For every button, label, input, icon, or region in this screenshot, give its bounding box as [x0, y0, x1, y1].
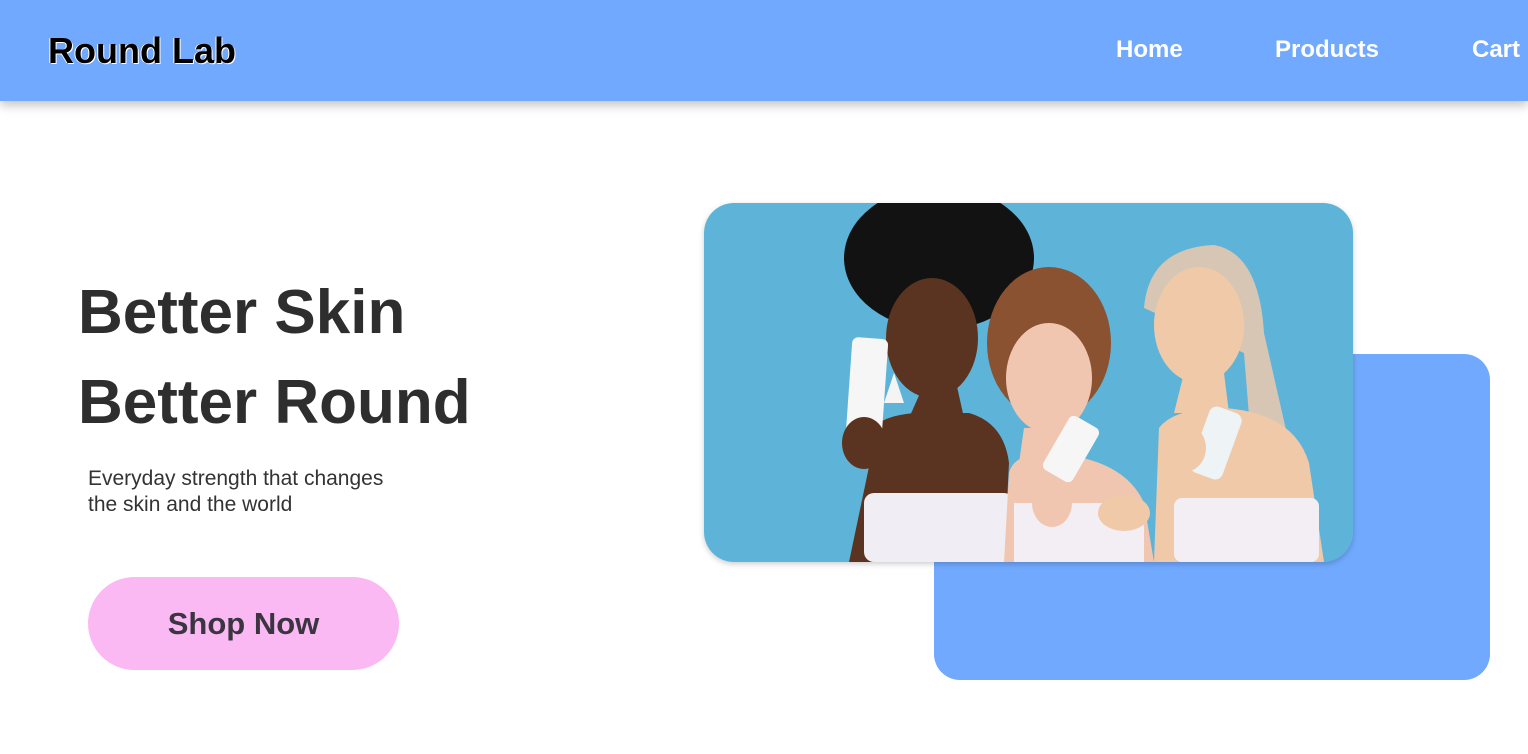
top-navbar: Round Lab Home Products Cart — [0, 0, 1528, 101]
nav-cart-link[interactable]: Cart — [1472, 36, 1520, 64]
hero-image — [704, 203, 1353, 562]
subtitle-line-1: Everyday strength that changes — [88, 467, 384, 490]
headline-line-2: Better Round — [78, 368, 471, 437]
hero-subtitle: Everyday strength that changes the skin … — [88, 466, 448, 518]
brand-logo[interactable]: Round Lab — [48, 30, 236, 72]
subtitle-line-2: the skin and the world — [88, 493, 293, 516]
nav-products-link[interactable]: Products — [1275, 36, 1379, 64]
headline-line-1: Better Skin — [78, 278, 406, 347]
shop-now-button[interactable]: Shop Now — [88, 577, 399, 670]
nav-home-link[interactable]: Home — [1116, 36, 1183, 64]
